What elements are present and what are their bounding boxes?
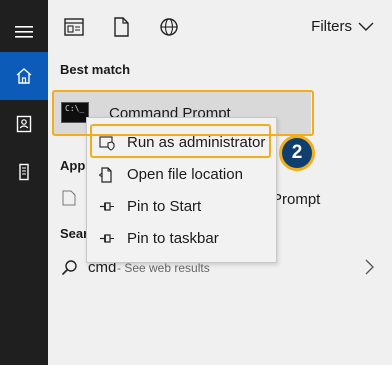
menu-label-pin-to-taskbar: Pin to taskbar [127,230,219,247]
shield-icon [99,136,115,151]
step-badge: 2 [279,135,315,171]
filters-label: Filters [311,18,352,35]
home-icon [16,68,32,84]
pin-icon [100,202,114,211]
apps-icon[interactable] [63,16,85,38]
toolbar: Filters [48,0,392,55]
tower-icon [19,163,29,181]
menu-label-pin-to-start: Pin to Start [127,198,202,215]
search-icon [61,260,77,276]
file-icon [62,190,76,206]
pin-icon [100,234,114,243]
menu-item-pin-to-start[interactable]: Pin to Start [87,191,276,223]
command-prompt-icon: C:\_ [61,102,89,123]
hamburger-icon [15,26,33,38]
menu-item-run-as-administrator[interactable]: Run as administrator [87,127,276,159]
context-menu: Run as administrator Open file location … [86,117,277,263]
home-button[interactable] [0,52,48,100]
apps-item-label[interactable]: Prompt [272,191,320,208]
web-icon[interactable] [158,16,180,38]
best-match-heading: Best match [60,62,131,77]
menu-label-run-as-administrator: Run as administrator [127,134,266,151]
filters-dropdown[interactable]: Filters [311,18,374,35]
documents-icon[interactable] [110,16,132,38]
tower-rail-button[interactable] [0,148,48,196]
document-icon [16,115,32,133]
command-prompt-icon-text: C:\_ [65,104,85,113]
menu-item-open-file-location[interactable]: Open file location [87,159,276,191]
chevron-down-icon [358,22,374,31]
chevron-right-icon [365,259,374,275]
menu-item-pin-to-taskbar[interactable]: Pin to taskbar [87,223,276,255]
folder-icon [99,167,112,183]
left-rail [0,0,48,365]
menu-label-open-file-location: Open file location [127,166,243,183]
web-query-suffix: - See web results [117,261,210,275]
documents-rail-button[interactable] [0,100,48,148]
hamburger-menu-button[interactable] [0,8,48,56]
